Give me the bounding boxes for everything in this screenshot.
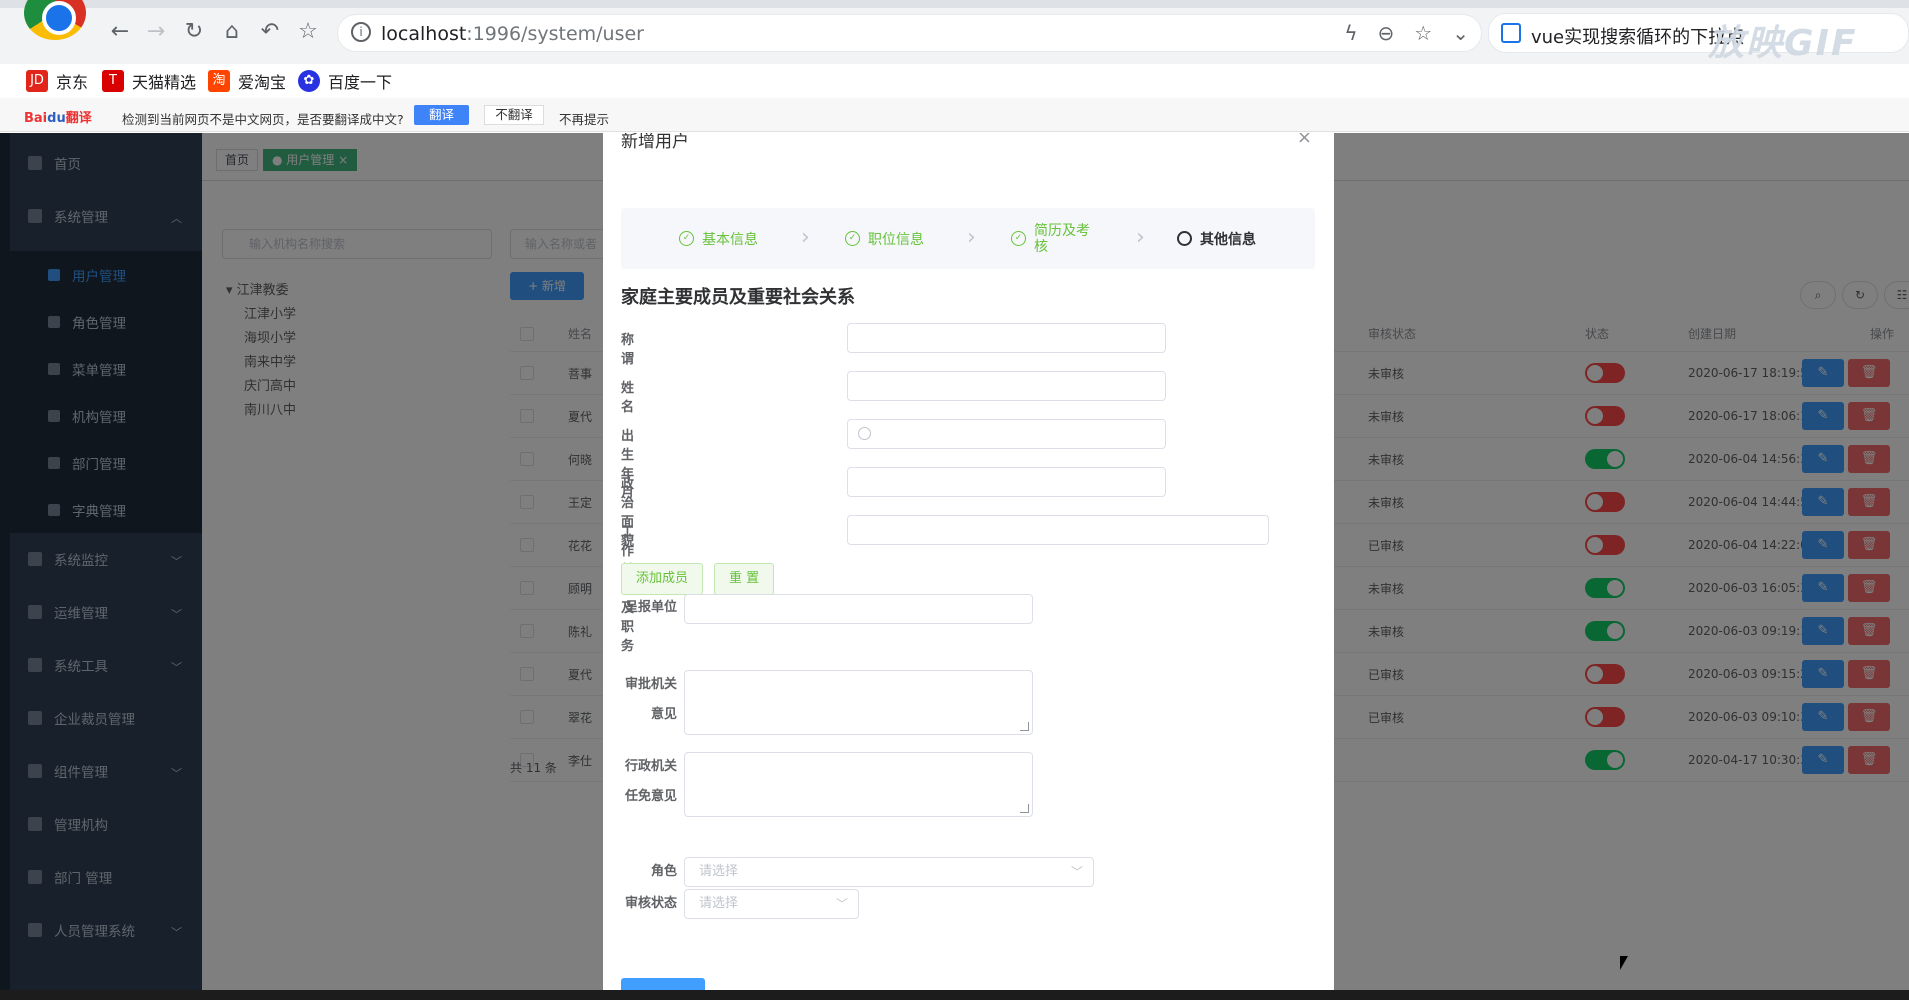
jd-icon: JD [26,70,48,92]
watermark-logo: 放映GIF [1708,23,1858,64]
select-placeholder: 请选择 [699,896,739,911]
chevron-down-icon: ﹀ [835,897,848,911]
audit-label: 审核状态 [625,896,678,911]
zoom-icon[interactable]: ⊖ [1378,21,1395,45]
url-path: :1996/system/user [466,23,644,45]
bookmark-aitaobao[interactable]: 淘爱淘宝 [208,69,286,93]
bookmark-label: 爱淘宝 [238,73,287,92]
undo-icon[interactable]: ↶ [256,18,284,46]
forward-icon[interactable]: → [142,18,170,46]
add-user-dialog: 新增用户 × ✓ 基本信息 › ✓ 职位信息 › ✓ 简历及考核 › 其他信息 家庭主… [603,133,1334,990]
bookmark-label: 京东 [56,73,89,92]
report-unit-input[interactable] [684,594,1033,624]
back-icon[interactable]: ← [106,18,134,46]
translate-bar: Baidu翻译 检测到当前网页不是中文网页，是否要翻译成中文? 翻译 不翻译 不… [0,98,1909,132]
never-prompt-button[interactable]: 不再提示 [559,109,609,128]
extension-icon [1501,23,1521,43]
reset-button[interactable]: 重 置 [714,563,775,595]
step-basic: ✓ 基本信息 [679,208,758,269]
paw-icon: ✿ [298,70,320,92]
chevron-right-icon: › [801,225,810,250]
audit-select[interactable]: 请选择 ﹀ [684,889,859,919]
add-member-button[interactable]: 添加成员 [621,563,704,595]
check-circle-icon: ✓ [845,231,860,246]
chevron-right-icon: › [1136,225,1145,250]
home-icon[interactable]: ⌂ [218,18,246,46]
bookmark-baidu[interactable]: ✿ 百度一下 [298,69,392,93]
no-translate-button[interactable]: 不翻译 [484,105,544,125]
mouse-cursor-icon [1620,956,1628,970]
step-other: 其他信息 [1177,208,1256,269]
url-text[interactable]: localhost:1996/system/user [381,23,644,45]
info-icon[interactable]: i [351,22,371,42]
clock-icon [858,427,871,440]
field-label: 称谓 [621,333,635,367]
political-input[interactable] [847,467,1166,497]
step-label: 简历及考核 [1034,222,1090,255]
baidu-translate-logo: Baidu翻译 [24,111,92,126]
section-title: 家庭主要成员及重要社会关系 [621,287,855,308]
birth-date-picker[interactable] [847,419,1166,449]
step-label: 基本信息 [702,231,758,248]
step-label: 其他信息 [1200,231,1256,248]
check-circle-icon: ✓ [679,231,694,246]
browser-toolbar: ← → ↻ ⌂ ↶ ☆ i localhost:1996/system/user… [0,0,1909,64]
report-unit-label: 呈报单位 [625,600,678,615]
role-label: 角色 [650,864,677,879]
workplace-input[interactable] [847,515,1269,545]
translate-button[interactable]: 翻译 [414,105,469,125]
close-icon[interactable]: × [1297,133,1312,148]
field-label: 姓名 [621,381,635,415]
chevron-down-icon[interactable]: ⌄ [1452,21,1469,45]
bookmark-star-icon[interactable]: ☆ [1414,21,1432,45]
circle-icon [1177,231,1192,246]
admin-opinion-label: 行政机关任免意见 [625,759,678,804]
star-icon[interactable]: ☆ [294,18,322,46]
app-root: 首页 系统管理︿ 用户管理 角色管理 菜单管理 机构管理 部门管理 字典管理 系… [0,133,1909,990]
bookmark-jd[interactable]: JD 京东 [26,69,88,93]
title-input[interactable] [847,323,1166,353]
bookmark-tmall[interactable]: T 天猫精选 [102,69,196,93]
name-input[interactable] [847,371,1166,401]
tab-strip [0,0,1909,8]
steps-bar: ✓ 基本信息 › ✓ 职位信息 › ✓ 简历及考核 › 其他信息 [621,208,1315,269]
approve-opinion-label: 审批机关意见 [625,677,678,722]
bolt-icon[interactable]: ϟ [1344,21,1357,45]
reload-icon[interactable]: ↻ [180,18,208,46]
step-resume: ✓ 简历及考核 [1011,208,1100,269]
taobao-icon: 淘 [208,70,230,92]
next-button[interactable] [621,978,705,990]
bookmarks-bar: JD 京东 T 天猫精选 淘爱淘宝 ✿ 百度一下 [0,64,1909,98]
check-circle-icon: ✓ [1011,231,1026,246]
step-position: ✓ 职位信息 [845,208,924,269]
chevron-down-icon: ﹀ [1070,865,1083,879]
approve-opinion-textarea[interactable] [684,670,1033,735]
admin-opinion-textarea[interactable] [684,752,1033,817]
os-taskbar [0,990,1909,1000]
bookmark-label: 百度一下 [328,73,393,92]
tmall-icon: T [102,70,124,92]
chevron-right-icon: › [967,225,976,250]
translate-message: 检测到当前网页不是中文网页，是否要翻译成中文? [122,112,404,127]
dialog-title: 新增用户 [621,133,689,152]
step-label: 职位信息 [868,231,924,248]
address-bar[interactable]: i localhost:1996/system/user ϟ ⊖ ☆ ⌄ [337,14,1482,52]
select-placeholder: 请选择 [699,864,739,879]
browser-logo-icon [24,0,86,40]
role-select[interactable]: 请选择 ﹀ [684,857,1094,887]
bookmark-label: 天猫精选 [132,73,197,92]
url-host: localhost [381,23,467,45]
